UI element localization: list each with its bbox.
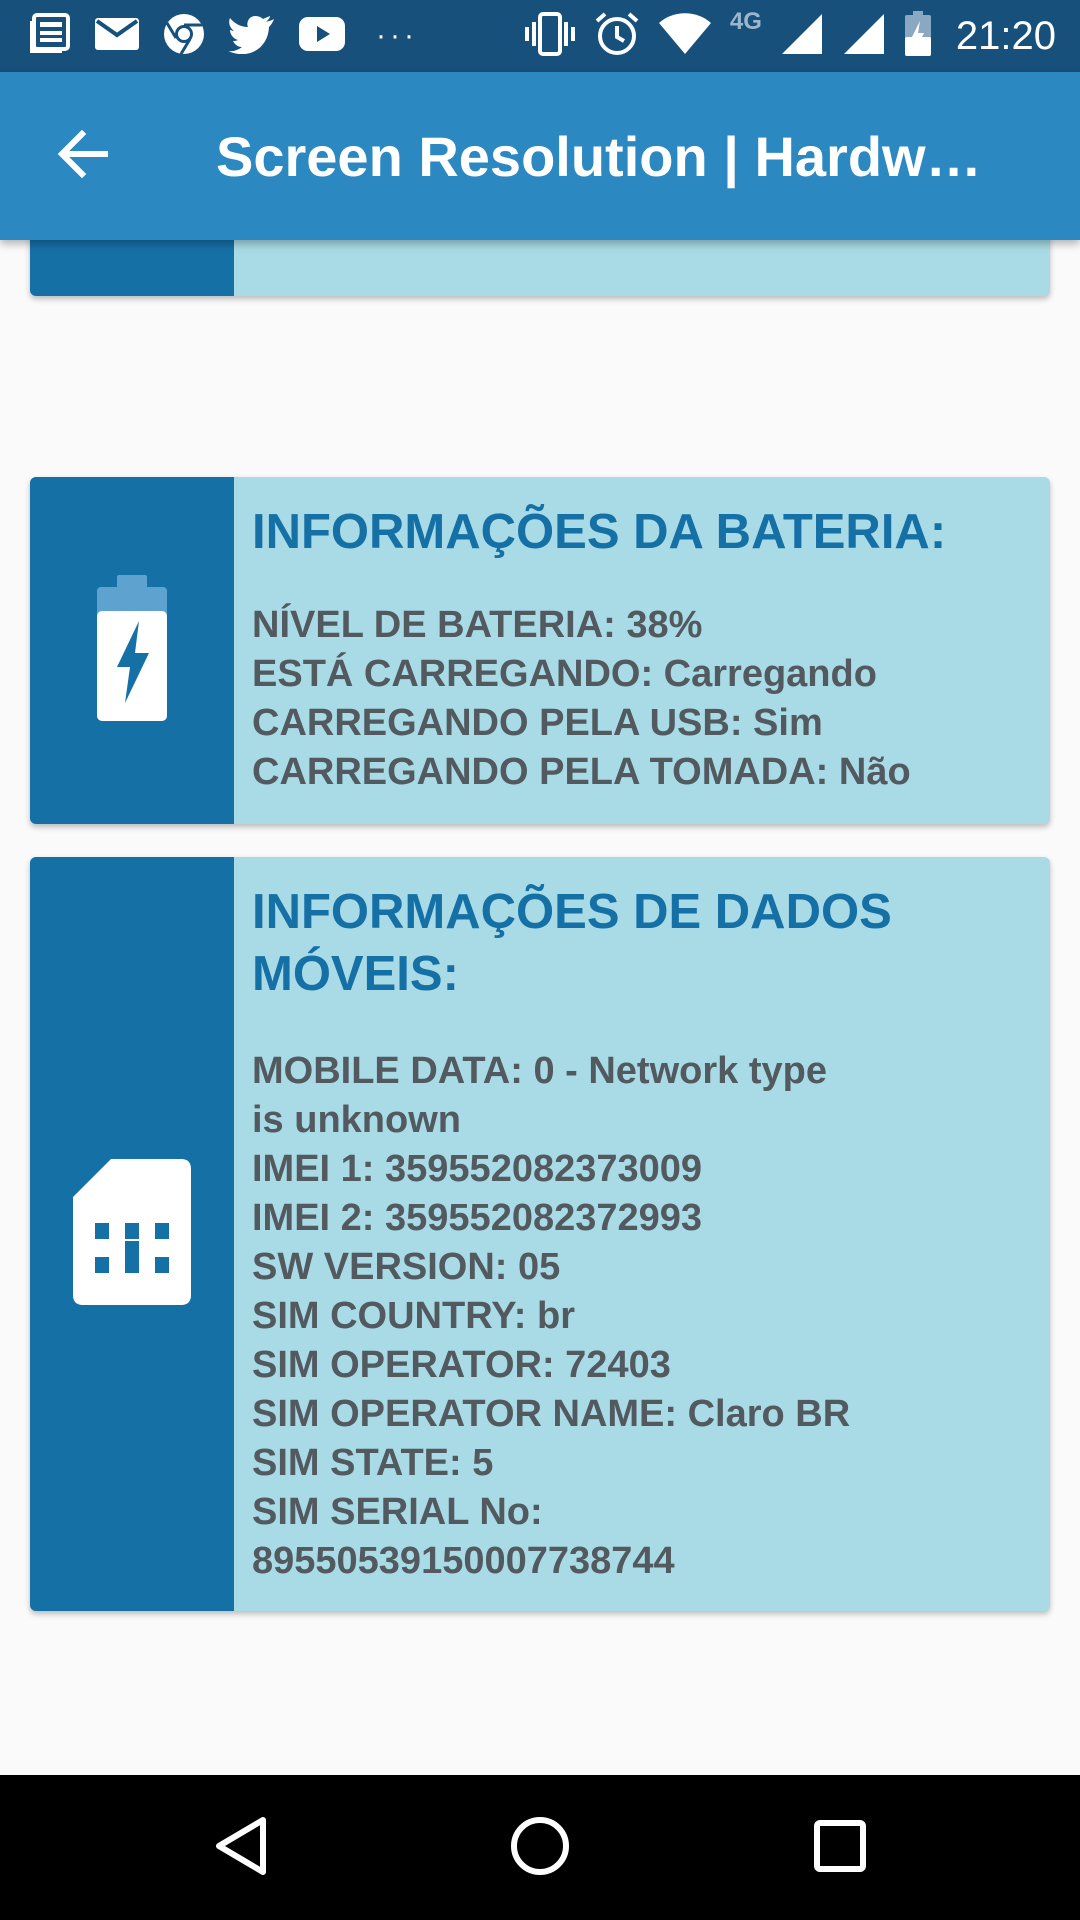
chrome-icon [162, 12, 206, 61]
card-title-line-2: MÓVEIS: [252, 947, 459, 1001]
card-side-panel [30, 477, 234, 824]
sim-serial-value: 8955053915000773874​4 [252, 1540, 675, 1582]
mobile-data-text: MOBILE DATA: 0 - Network type [252, 1050, 827, 1092]
email-icon [94, 17, 140, 56]
news-icon [28, 12, 72, 60]
card-title: INFORMAÇÕES DA BATERIA: [252, 505, 947, 559]
card-title-line-1: INFORMAÇÕES DE DADOS [252, 885, 892, 939]
battery-level-text: NÍVEL DE BATERIA: 38% [252, 604, 703, 646]
card-details: MOBILE DATA: 0 - Network type is unknown… [252, 1047, 1030, 1586]
battery-charging-icon [95, 575, 169, 726]
battery-info-card: INFORMAÇÕES DA BATERIA: NÍVEL DE BATERIA… [30, 477, 1050, 824]
nav-back-icon [213, 1816, 267, 1881]
scroll-content[interactable]: INFORMAÇÕES DA BATERIA: NÍVEL DE BATERIA… [0, 240, 1080, 1775]
card-side-panel [30, 240, 234, 296]
back-button[interactable] [40, 118, 128, 194]
signal-icon [780, 12, 824, 61]
sim-serial-label: SIM SERIAL No: [252, 1491, 543, 1533]
card-details: NÍVEL DE BATERIA: 38% ESTÁ CARREGANDO: C… [252, 601, 1030, 797]
alarm-icon [594, 11, 640, 62]
wifi-icon [658, 12, 712, 60]
usb-charging-text: CARREGANDO PELA USB: Sim [252, 702, 823, 744]
sim-operator-text: SIM OPERATOR: 72403 [252, 1344, 671, 1386]
imei-1-text: IMEI 1: 359552082373009 [252, 1148, 703, 1190]
mobile-data-info-card: INFORMAÇÕES DE DADOS MÓVEIS: MOBILE DATA… [30, 857, 1050, 1611]
nav-home-icon [510, 1816, 570, 1881]
arrow-back-icon [57, 129, 110, 183]
sim-state-text: SIM STATE: 5 [252, 1442, 494, 1484]
app-bar: Screen Resolution | Hardwa… [0, 72, 1080, 240]
signal-icon [842, 12, 886, 61]
more-notifications-icon: ··· [376, 19, 418, 52]
nav-back-button[interactable] [195, 1803, 285, 1893]
vibrate-icon [524, 11, 576, 61]
notification-icons: ··· [28, 12, 418, 61]
network-type-label: 4G [729, 8, 762, 35]
previous-info-card [30, 240, 1050, 296]
sim-operator-name-text: SIM OPERATOR NAME: Claro BR [252, 1393, 851, 1435]
nav-home-button[interactable] [495, 1803, 585, 1893]
sim-country-text: SIM COUNTRY: br [252, 1295, 575, 1337]
battery-charging-icon [904, 10, 932, 62]
status-bar: ··· 4G 21:20 [0, 0, 1080, 72]
card-body: INFORMAÇÕES DE DADOS MÓVEIS: MOBILE DATA… [252, 857, 1030, 1586]
system-icons: 4G 21:20 [524, 8, 1056, 62]
page-title: Screen Resolution | Hardwa… [216, 125, 996, 188]
clock: 21:20 [955, 13, 1056, 58]
card-body: INFORMAÇÕES DA BATERIA: NÍVEL DE BATERIA… [252, 477, 1030, 797]
youtube-icon [298, 16, 346, 57]
sim-card-icon [73, 1158, 191, 1310]
imei-2-text: IMEI 2: 359552082372993 [252, 1197, 703, 1239]
card-side-panel [30, 857, 234, 1611]
charging-status-text: ESTÁ CARREGANDO: Carregando [252, 653, 877, 695]
ac-charging-text: CARREGANDO PELA TOMADA: Não [252, 751, 911, 793]
mobile-data-text-cont: is unknown [252, 1099, 461, 1141]
sw-version-text: SW VERSION: 05 [252, 1246, 561, 1288]
nav-recents-icon [814, 1819, 866, 1877]
twitter-icon [228, 14, 276, 59]
nav-recents-button[interactable] [795, 1803, 885, 1893]
navigation-bar [0, 1775, 1080, 1920]
